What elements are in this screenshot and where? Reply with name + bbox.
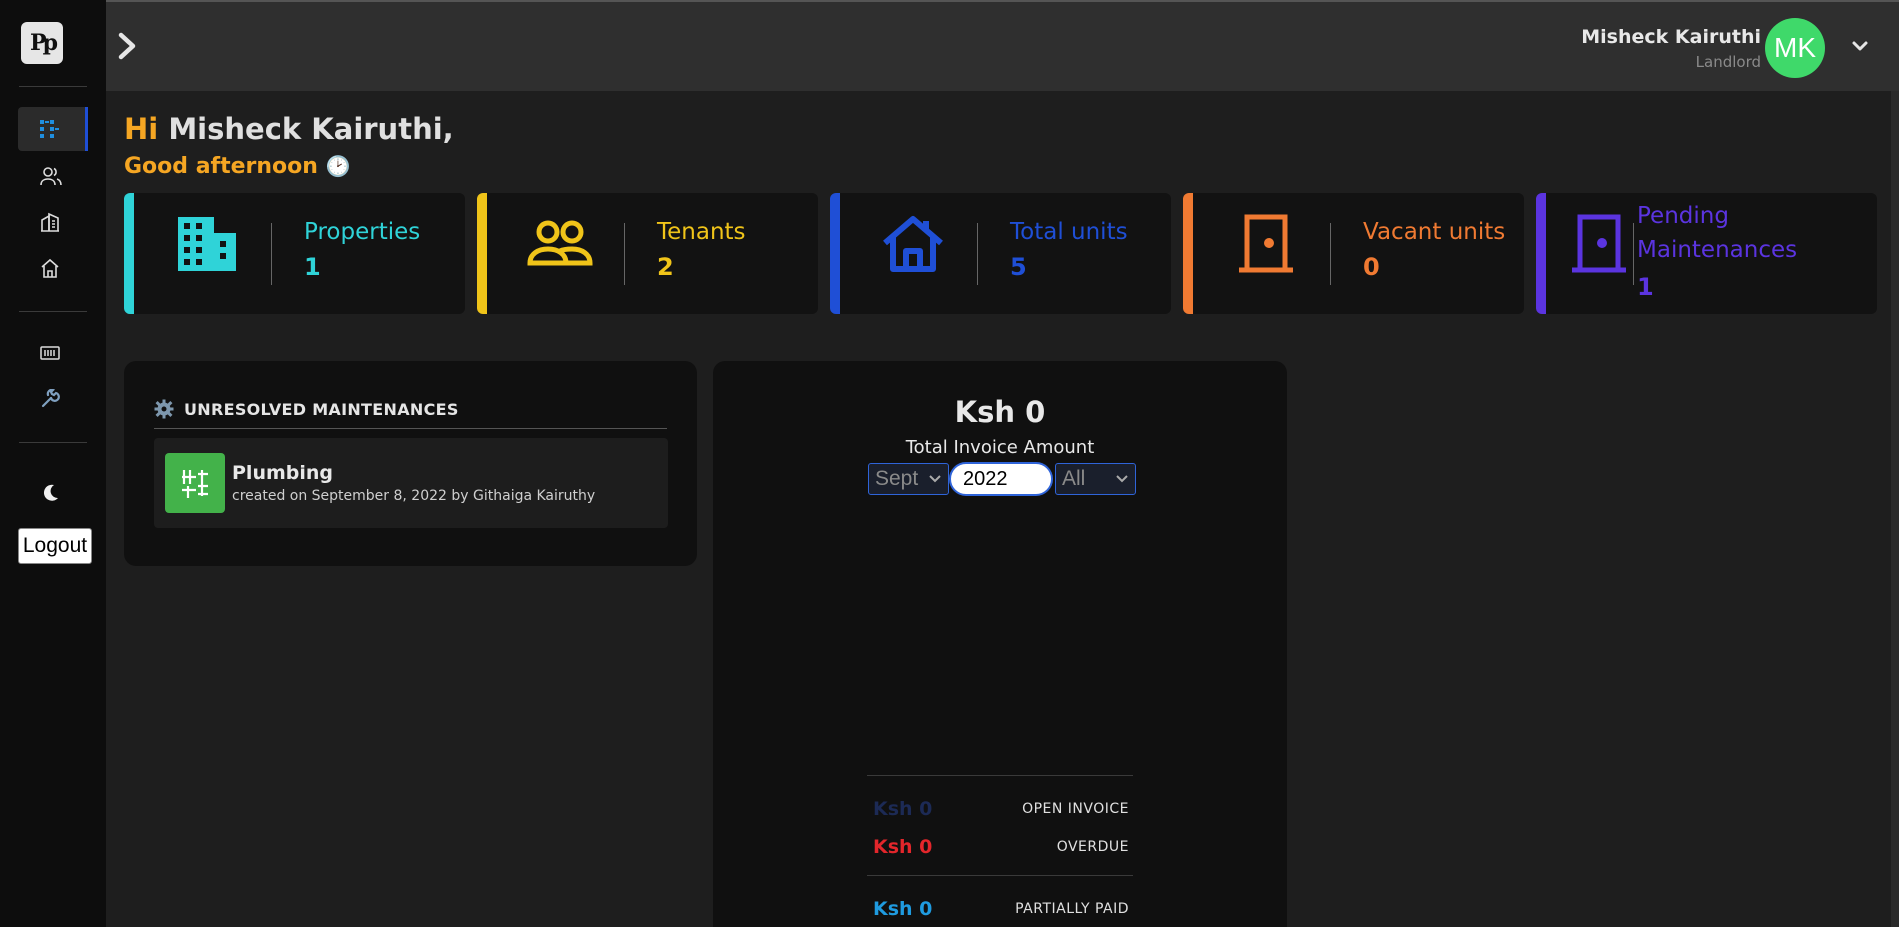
invoice-icon [40,346,60,360]
users-icon [40,167,62,186]
filter-value: All [1062,467,1086,490]
invoice-panel: Ksh 0 Total Invoice Amount Sept 2022 All… [713,361,1287,927]
invoice-status-row: Ksh 0 OPEN INVOICE [873,798,1129,820]
moon-icon [43,484,58,501]
stat-card-vacant-units[interactable]: Vacant units 0 [1183,193,1524,314]
time-of-day: Good afternoon [124,154,318,179]
invoice-total: Ksh 0 [954,395,1046,429]
sidebar-item-invoices[interactable] [18,331,88,375]
invoice-status-row: Ksh 0 OVERDUE [873,836,1129,858]
door-icon [1572,214,1626,273]
user-name: Misheck Kairuthi [1581,26,1761,48]
divider [867,875,1133,876]
status-amount: Ksh 0 [873,836,933,858]
panel-title-text: UNRESOLVED MAINTENANCES [184,399,459,419]
stat-card-total-units[interactable]: Total units 5 [830,193,1171,314]
status-amount: Ksh 0 [873,898,933,920]
stat-value: 5 [1010,253,1027,281]
status-label: OVERDUE [1056,839,1129,855]
invoice-total-label: Total Invoice Amount [905,437,1095,458]
sidebar-item-tenants[interactable] [18,154,88,198]
stat-value: 1 [304,253,321,281]
app-logo[interactable]: Pp [21,22,63,64]
buildings-icon [41,212,59,232]
chevron-down-icon [1116,475,1128,483]
divider [1330,223,1331,285]
greeting-name: Misheck Kairuthi, [168,112,454,146]
month-select[interactable]: Sept [868,463,949,495]
plumbing-icon [165,453,225,513]
invoice-status-row: Ksh 0 PARTIALLY PAID [873,898,1129,920]
status-label: PARTIALLY PAID [1015,901,1129,917]
divider [154,428,667,429]
divider [19,311,87,312]
scrollbar[interactable] [1891,91,1899,927]
stat-value: 0 [1363,253,1380,281]
chevron-right-icon [118,32,136,60]
divider [867,775,1133,776]
month-value: Sept [875,467,919,490]
divider [624,223,625,285]
maintenance-subtitle: created on September 8, 2022 by Githaiga… [232,488,596,504]
divider [19,86,87,87]
divider [271,223,272,285]
stat-label: Total units [1010,219,1128,245]
user-menu-toggle[interactable] [1851,38,1869,57]
stat-card-pending-maintenances[interactable]: Pending Maintenances 1 [1536,193,1877,314]
gear-icon [154,399,174,419]
home-icon [41,258,59,278]
user-role: Landlord [1695,53,1761,71]
stat-label: Pending Maintenances [1637,203,1798,263]
status-amount: Ksh 0 [873,798,933,820]
clock-icon: 🕑 [325,154,351,178]
chevron-down-icon [1852,41,1868,51]
sidebar-item-units[interactable] [18,246,88,290]
stat-value: 1 [1637,273,1654,301]
stat-value: 2 [657,253,674,281]
divider [1633,223,1634,285]
greeting-title: Hi Misheck Kairuthi, [124,112,454,146]
divider [977,223,978,285]
stat-card-properties[interactable]: Properties 1 [124,193,465,314]
building-icon [178,217,236,271]
avatar[interactable]: MK [1765,18,1825,78]
maintenance-title: Plumbing [232,462,334,484]
panel-title: UNRESOLVED MAINTENANCES [154,399,459,419]
theme-toggle[interactable] [18,471,88,515]
greeting-hi: Hi [124,112,159,146]
sidebar-item-dashboard[interactable] [18,107,88,151]
sidebar: Pp Logout [0,0,106,927]
door-icon [1239,214,1293,273]
status-filter-select[interactable]: All [1055,463,1136,495]
sidebar-item-maintenance[interactable] [18,377,88,421]
divider [19,442,87,443]
people-icon [527,220,593,266]
list-item[interactable]: Plumbing created on September 8, 2022 by… [154,438,668,528]
year-input[interactable]: 2022 [949,462,1053,496]
topbar: Misheck Kairuthi Landlord MK [106,0,1899,91]
expand-sidebar-button[interactable] [116,32,138,64]
house-icon [883,216,943,272]
dashboard-icon [40,120,59,138]
greeting-subtitle: Good afternoon 🕑 [124,154,351,179]
logout-button[interactable]: Logout [18,528,92,564]
chevron-down-icon [929,475,941,483]
stat-label: Vacant units [1363,219,1506,245]
stat-card-tenants[interactable]: Tenants 2 [477,193,818,314]
stat-label: Tenants [657,219,746,245]
wrench-icon [41,389,60,408]
sidebar-item-properties[interactable] [18,200,88,244]
logo-text: Pp [30,30,58,56]
status-label: OPEN INVOICE [1022,801,1129,817]
stat-label: Properties [304,219,421,245]
maintenances-panel: UNRESOLVED MAINTENANCES Plumbing created… [124,361,697,566]
